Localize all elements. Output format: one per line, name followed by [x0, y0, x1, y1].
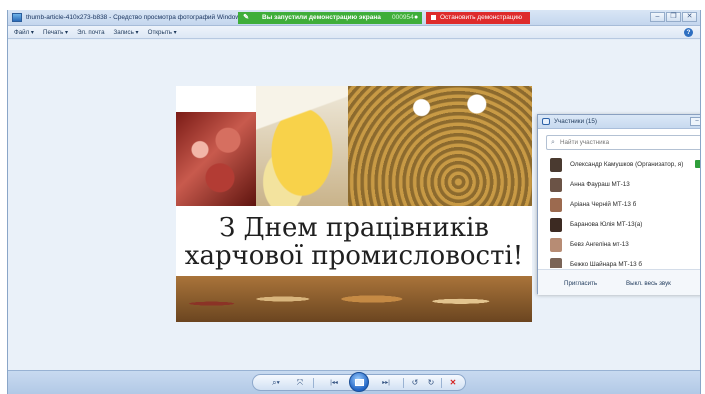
- photo-factory-region: [348, 86, 532, 206]
- previous-icon[interactable]: |◂◂: [321, 377, 347, 389]
- window-controls: – ❐ ✕: [650, 12, 697, 23]
- photo-viewer-window: thumb-article-410x273-b838 - Средство пр…: [7, 10, 701, 394]
- toolbar-divider: [441, 378, 442, 388]
- displayed-photo: З Днем працівників харчової промисловост…: [176, 86, 532, 322]
- screen-share-status: ✎ Вы запустили демонстрацию экрана 00095…: [238, 12, 422, 24]
- screen-share-status-text: Вы запустили демонстрацию экрана: [262, 14, 381, 21]
- participants-footer: Пригласить Выкл. весь звук: [538, 269, 700, 295]
- participant-row[interactable]: Аріана Черній МТ-13 б: [538, 196, 700, 216]
- menu-email[interactable]: Эл. почта: [77, 29, 104, 36]
- viewer-toolbar: ⌕▾ ⤧ |◂◂ ▸▸| ↺ ↻ ✕: [8, 370, 700, 394]
- title-bar: thumb-article-410x273-b838 - Средство пр…: [8, 10, 700, 26]
- playback-controls: ⌕▾ ⤧ |◂◂ ▸▸| ↺ ↻ ✕: [252, 372, 466, 392]
- panel-minimize-button[interactable]: –: [690, 117, 700, 126]
- participant-row[interactable]: Баранова Юлія МТ-13(а): [538, 216, 700, 236]
- actual-size-icon[interactable]: ⤧: [293, 377, 307, 389]
- participant-name: Бевз Ангеліна мт-13: [570, 241, 629, 248]
- participant-row[interactable]: Бежко Шайнара МТ-13 б: [538, 256, 700, 268]
- caption-line-1: З Днем працівників: [219, 213, 489, 243]
- participant-search[interactable]: ⌕: [546, 135, 700, 150]
- search-icon: ⌕: [551, 139, 555, 146]
- menu-print[interactable]: Печать ▾: [43, 29, 68, 36]
- avatar: [550, 218, 562, 232]
- participant-name: Баранова Юлія МТ-13(а): [570, 221, 643, 228]
- photo-cheese-region: [256, 86, 348, 206]
- next-icon[interactable]: ▸▸|: [373, 377, 399, 389]
- menu-bar: Файл ▾ Печать ▾ Эл. почта Запись ▾ Откры…: [8, 26, 700, 39]
- avatar: [550, 198, 562, 212]
- stop-sharing-label: Остановить демонстрацию: [440, 14, 523, 21]
- avatar: [550, 238, 562, 252]
- participant-row[interactable]: Олександр Камушков (Организатор, я): [538, 156, 700, 176]
- participant-name: Бежко Шайнара МТ-13 б: [570, 261, 642, 268]
- photo-bread-region: [176, 276, 532, 322]
- pencil-icon[interactable]: ✎: [242, 14, 250, 22]
- help-icon[interactable]: ?: [684, 28, 693, 37]
- participants-title: Участники (15): [554, 118, 598, 125]
- toolbar-divider: [403, 378, 404, 388]
- avatar: [550, 158, 562, 172]
- delete-icon[interactable]: ✕: [447, 377, 459, 389]
- minimize-button[interactable]: –: [650, 12, 665, 22]
- avatar: [550, 178, 562, 192]
- participants-header: Участники (15) –: [538, 115, 700, 129]
- avatar: [550, 258, 562, 268]
- participant-search-input[interactable]: [560, 139, 698, 146]
- slideshow-icon: [355, 379, 364, 386]
- photo-caption: З Днем працівників харчової промисловост…: [176, 206, 532, 276]
- participants-panel: Участники (15) – ⌕ Олександр Камушков (О…: [537, 114, 700, 295]
- menu-file[interactable]: Файл ▾: [14, 29, 34, 36]
- participant-row[interactable]: Бевз Ангеліна мт-13: [538, 236, 700, 256]
- rotate-right-icon[interactable]: ↻: [425, 377, 437, 389]
- caption-line-2: харчової промисловості!: [184, 241, 524, 271]
- screen-share-timer: 000954: [392, 14, 414, 21]
- participant-list: Олександр Камушков (Организатор, я) Анна…: [538, 156, 700, 268]
- photo-sausage-region: [176, 112, 256, 206]
- menu-open[interactable]: Открыть ▾: [148, 29, 177, 36]
- stop-icon: [431, 15, 436, 20]
- participant-name: Олександр Камушков (Организатор, я): [570, 161, 684, 168]
- close-button[interactable]: ✕: [682, 12, 697, 22]
- participant-name: Аріана Черній МТ-13 б: [570, 201, 637, 208]
- participant-row[interactable]: Анна Фаурaш МТ-13: [538, 176, 700, 196]
- window-title: thumb-article-410x273-b838 - Средство пр…: [26, 14, 244, 21]
- menu-burn[interactable]: Запись ▾: [114, 29, 139, 36]
- photo-viewer-app-icon: [12, 13, 22, 22]
- stop-sharing-button[interactable]: Остановить демонстрацию: [426, 12, 530, 24]
- people-icon: [542, 118, 550, 125]
- lock-icon[interactable]: ●: [414, 14, 418, 22]
- maximize-button[interactable]: ❐: [666, 12, 681, 22]
- slideshow-button[interactable]: [349, 372, 369, 392]
- camera-icon: [695, 160, 700, 168]
- rotate-left-icon[interactable]: ↺: [409, 377, 421, 389]
- toolbar-divider: [313, 378, 314, 388]
- screen-share-bar: ✎ Вы запустили демонстрацию экрана 00095…: [238, 12, 530, 24]
- invite-button[interactable]: Пригласить: [564, 277, 597, 289]
- mute-all-button[interactable]: Выкл. весь звук: [626, 277, 671, 289]
- participant-name: Анна Фаурaш МТ-13: [570, 181, 630, 188]
- zoom-icon[interactable]: ⌕▾: [267, 377, 285, 389]
